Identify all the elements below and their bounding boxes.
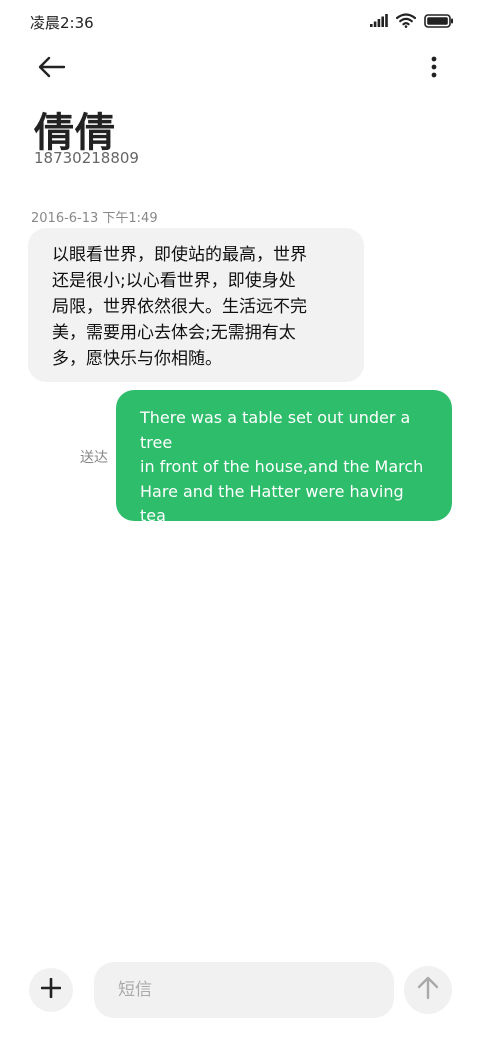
outgoing-message-bubble[interactable]: There was a table set out under a tree i… (116, 390, 452, 550)
delivery-status: 送达 (80, 450, 108, 466)
message-line: 多，愿快乐与你相随。 (52, 349, 222, 369)
back-button[interactable] (34, 54, 70, 84)
sms-input-container[interactable] (94, 962, 394, 1018)
message-line: 美，需要用心去体会;无需拥有太 (52, 323, 296, 343)
contact-number: 18730218809 (34, 149, 139, 167)
battery-icon (424, 13, 454, 28)
status-bar: 凌晨2:36 (0, 0, 480, 44)
message-line: There was a table set out under a tree (140, 408, 411, 452)
signal-icon (370, 14, 388, 27)
status-time: 凌晨2:36 (30, 14, 94, 32)
more-options-button[interactable] (424, 54, 444, 84)
arrow-up-icon (417, 976, 439, 1004)
message-line: Hare and the Hatter were having tea (140, 481, 404, 526)
wifi-icon (396, 13, 416, 28)
sms-input[interactable] (94, 962, 394, 1018)
message-line: in front of the house,and the March (140, 457, 424, 476)
message-line: 以眼看世界，即使站的最高，世界 (52, 245, 307, 265)
add-attachment-button[interactable] (29, 968, 73, 1012)
message-timestamp: 2016-6-13 下午1:49 (31, 211, 158, 226)
more-vertical-icon (431, 56, 437, 82)
arrow-left-icon (38, 56, 66, 82)
send-button[interactable] (404, 966, 452, 1014)
incoming-message-bubble[interactable]: 以眼看世界，即使站的最高，世界 还是很小;以心看世界，即使身处 局限，世界依然很… (28, 228, 364, 382)
message-line: 还是很小;以心看世界，即使身处 (52, 271, 296, 291)
message-line: 局限，世界依然很大。生活远不完 (52, 297, 307, 317)
plus-icon (40, 977, 62, 1002)
status-icons (370, 13, 454, 28)
message-line: at it. (140, 530, 177, 550)
